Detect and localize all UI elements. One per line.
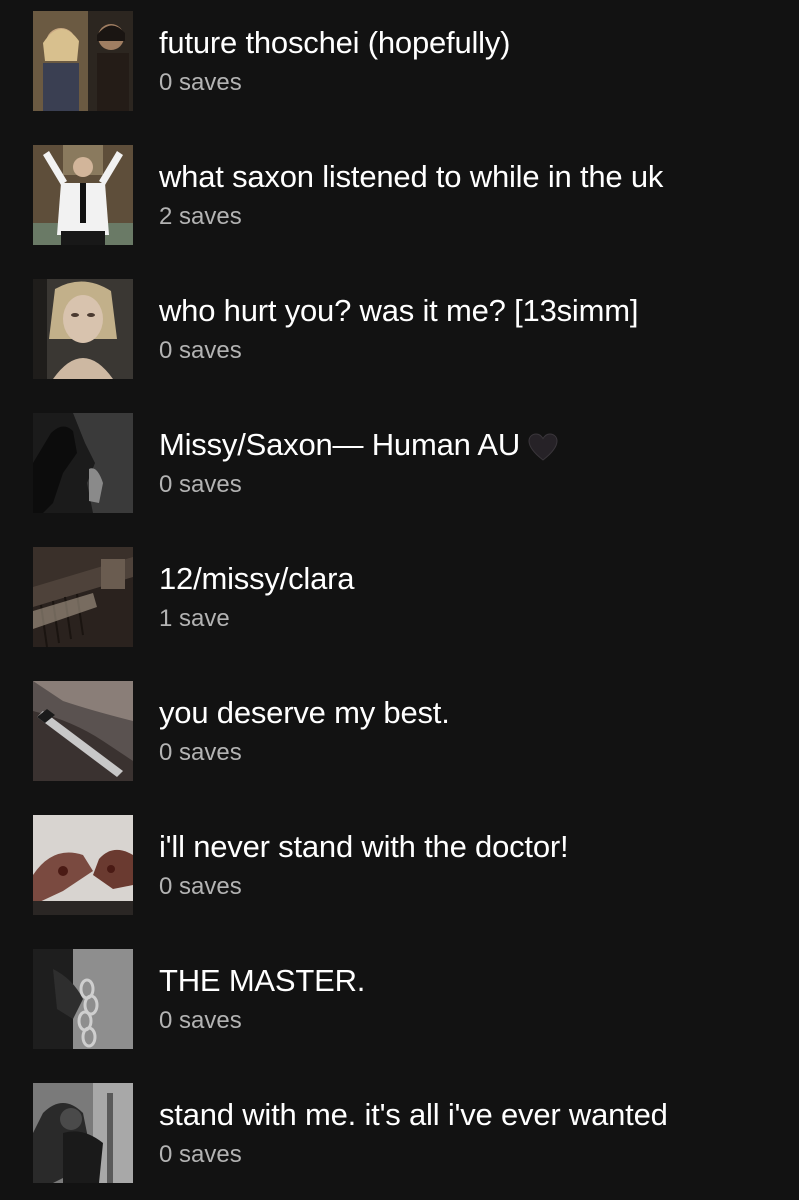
embracing-couple-thumbnail	[33, 1083, 133, 1183]
playlist-title: THE MASTER.	[159, 963, 366, 998]
playlist-row[interactable]: what saxon listened to while in the uk 2…	[0, 145, 799, 245]
dark-silhouette-thumbnail	[33, 413, 133, 513]
playlist-title: i'll never stand with the doctor!	[159, 829, 569, 864]
playlist-row[interactable]: 12/missy/clara 1 save	[0, 547, 799, 647]
playlist-saves-count: 2 saves	[159, 203, 242, 230]
playlist-cover	[33, 949, 133, 1049]
playlist-cover	[33, 547, 133, 647]
playlist-saves-count: 0 saves	[159, 873, 242, 900]
playlist-cover	[33, 145, 133, 245]
blonde-woman-portrait-thumbnail	[33, 279, 133, 379]
playlist-title: future thoschei (hopefully)	[159, 25, 511, 60]
playlist-row[interactable]: i'll never stand with the doctor! 0 save…	[0, 815, 799, 915]
playlist-row[interactable]: THE MASTER. 0 saves	[0, 949, 799, 1049]
playlist-cover	[33, 279, 133, 379]
playlist-title: stand with me. it's all i've ever wanted	[159, 1097, 668, 1132]
playlist-saves-count: 0 saves	[159, 1141, 242, 1168]
playlist-saves-count: 1 save	[159, 605, 230, 632]
playlist-title: 12/missy/clara	[159, 561, 355, 596]
playlist-cover	[33, 1083, 133, 1183]
playlist-saves-count: 0 saves	[159, 1007, 242, 1034]
playlist-cover	[33, 413, 133, 513]
playlist-cover	[33, 681, 133, 781]
playlist-cover	[33, 11, 133, 111]
playlist-saves-count: 0 saves	[159, 471, 242, 498]
playlist-row[interactable]: who hurt you? was it me? [13simm] 0 save…	[0, 279, 799, 379]
playlist-title-text: Missy/Saxon— Human AU	[159, 427, 521, 462]
playlist-cover	[33, 815, 133, 915]
two-people-scene-thumbnail	[33, 11, 133, 111]
piano-keys-thumbnail	[33, 547, 133, 647]
hand-with-knife-thumbnail	[33, 681, 133, 781]
bloody-hands-thumbnail	[33, 815, 133, 915]
playlist-row[interactable]: you deserve my best. 0 saves	[0, 681, 799, 781]
playlist-saves-count: 0 saves	[159, 69, 242, 96]
playlist-title: what saxon listened to while in the uk	[159, 159, 664, 194]
man-in-suit-arms-raised-thumbnail	[33, 145, 133, 245]
playlist-saves-count: 0 saves	[159, 337, 242, 364]
playlist-row[interactable]: stand with me. it's all i've ever wanted…	[0, 1083, 799, 1183]
playlist-row[interactable]: future thoschei (hopefully) 0 saves	[0, 11, 799, 111]
chained-hands-thumbnail	[33, 949, 133, 1049]
playlist-title: Missy/Saxon— Human AU	[159, 426, 558, 464]
playlist-title: who hurt you? was it me? [13simm]	[159, 293, 639, 328]
black-heart-icon	[528, 433, 558, 461]
playlist-saves-count: 0 saves	[159, 739, 242, 766]
playlist-title: you deserve my best.	[159, 695, 450, 730]
playlist-row[interactable]: Missy/Saxon— Human AU 0 saves	[0, 413, 799, 513]
